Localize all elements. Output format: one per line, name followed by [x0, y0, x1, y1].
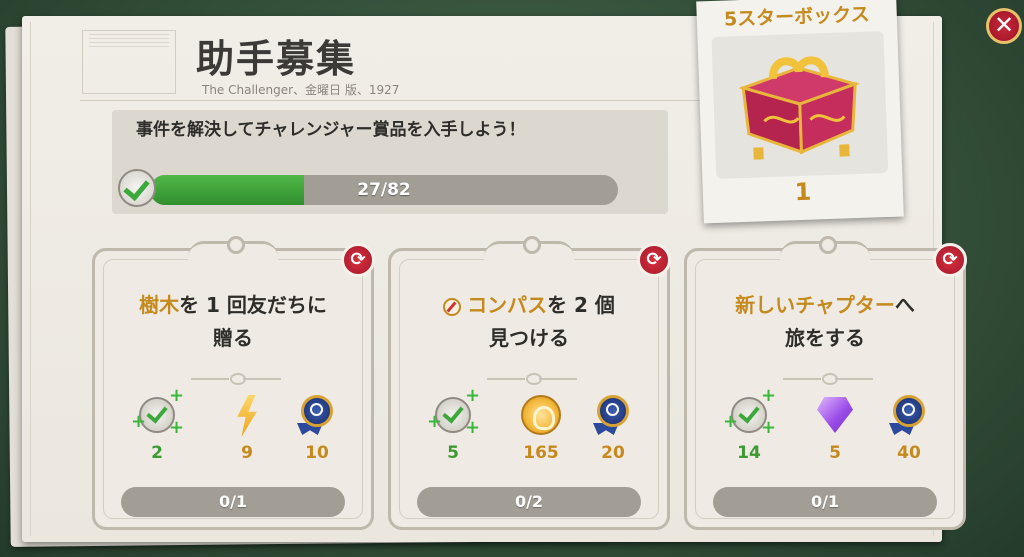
task-rewards: + + + 14 5 40 [709, 387, 941, 467]
task-title-highlight: コンパス [467, 293, 548, 317]
card-divider [191, 373, 281, 385]
refresh-button[interactable]: ⟳ [341, 243, 375, 277]
task-title-line2: 見つける [489, 326, 569, 350]
task-rewards: + + + 5 165 20 [413, 387, 645, 467]
task-card-3: ⟳ 新しいチャプターへ 旅をする + + + 14 5 40 0/1 [684, 236, 967, 530]
gold-coin-icon [521, 395, 561, 435]
blue-medal-icon [893, 395, 925, 427]
card-ornament [188, 236, 278, 260]
reward-value: 14 [737, 443, 761, 463]
reward-box-count: 1 [794, 177, 812, 207]
page-subtitle: The Challenger、金曜日 版、1927 [202, 83, 400, 97]
reward-value: 2 [151, 443, 163, 463]
task-title: 新しいチャプターへ 旅をする [697, 289, 953, 355]
close-button[interactable]: ✕ [986, 8, 1022, 44]
card-ornament [484, 236, 574, 260]
reward-value: 20 [601, 443, 625, 463]
task-card-1: ⟳ 樹木を 1 回友だちに 贈る + + + 2 9 10 0/1 [92, 236, 375, 530]
blue-medal-icon [597, 395, 629, 427]
reward-value: 40 [897, 443, 921, 463]
reward-value: 9 [241, 443, 253, 463]
reward-box-title: 5スターボックス [723, 3, 870, 31]
refresh-icon: ⟳ [646, 249, 662, 270]
task-progress-bar: 0/2 [417, 487, 641, 517]
task-title-rest: を 2 個 [547, 293, 615, 317]
card-divider [487, 373, 577, 385]
task-progress-bar: 0/1 [121, 487, 345, 517]
refresh-icon: ⟳ [942, 249, 958, 270]
lightning-bolt-icon [237, 395, 257, 437]
chest-icon-frame [711, 31, 889, 179]
goal-progress-label: 27/82 [357, 180, 411, 200]
task-title-rest: を 1 回友だちに [179, 293, 327, 317]
reward-box-card[interactable]: 5スターボックス 1 [696, 0, 904, 224]
card-ornament [780, 236, 870, 260]
reward-value: 5 [829, 443, 841, 463]
masthead-decoration-left [82, 30, 176, 94]
task-title: 樹木を 1 回友だちに 贈る [105, 289, 361, 355]
goal-description: 事件を解決してチャレンジャー賞品を入手しよう！ [136, 120, 526, 140]
task-card-2: ⟳ コンパスを 2 個 見つける + + + 5 165 20 0/2 [388, 236, 671, 530]
refresh-icon: ⟳ [350, 249, 366, 270]
page-title: 助手募集 [196, 37, 357, 81]
treasure-chest-icon [738, 56, 861, 160]
reward-value: 10 [305, 443, 329, 463]
task-title-highlight: 樹木 [139, 293, 180, 317]
refresh-button[interactable]: ⟳ [637, 243, 671, 277]
compass-icon [443, 297, 462, 316]
task-title-rest: へ [894, 293, 915, 317]
task-title-line2: 旅をする [785, 326, 865, 350]
task-title-line2: 贈る [213, 326, 253, 350]
refresh-button[interactable]: ⟳ [933, 243, 967, 277]
check-badge-icon [118, 169, 156, 207]
task-title-highlight: 新しいチャプター [735, 293, 895, 317]
purple-gem-icon [817, 397, 853, 433]
task-title: コンパスを 2 個 見つける [401, 289, 657, 355]
blue-medal-icon [301, 395, 333, 427]
reward-value: 165 [523, 443, 559, 463]
task-rewards: + + + 2 9 10 [117, 387, 349, 467]
card-divider [783, 373, 873, 385]
reward-value: 5 [447, 443, 459, 463]
task-progress-bar: 0/1 [713, 487, 937, 517]
close-icon: ✕ [993, 11, 1015, 39]
